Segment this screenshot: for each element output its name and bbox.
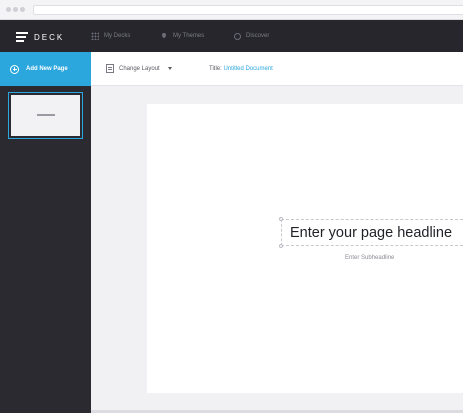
title-value[interactable]: Untitled Document xyxy=(223,66,272,72)
subheadline-placeholder[interactable]: Enter Subheadline xyxy=(345,255,394,261)
nav-discover[interactable]: Discover xyxy=(233,32,269,40)
speech-bubble-icon xyxy=(233,32,241,40)
menu-lines-icon xyxy=(16,32,28,42)
nav-label: My Decks xyxy=(104,33,131,39)
nav-label: Discover xyxy=(246,33,270,39)
nav-my-decks[interactable]: My Decks xyxy=(91,32,130,40)
chevron-down-icon xyxy=(167,67,172,70)
app-logo[interactable]: DECK xyxy=(16,31,64,43)
window-dot-icon xyxy=(13,7,18,12)
thumbnail-headline-line xyxy=(37,114,55,116)
change-layout-label: Change Layout xyxy=(119,65,160,72)
layout-icon xyxy=(106,64,114,73)
page-canvas[interactable]: Enter your page headline Enter Subheadli… xyxy=(147,104,463,393)
address-bar[interactable] xyxy=(33,5,463,15)
page-thumbnail-preview xyxy=(11,95,80,136)
page-thumbnail[interactable] xyxy=(8,92,83,139)
sidebar: Add New Page xyxy=(0,52,91,413)
headline-text-box[interactable]: Enter your page headline xyxy=(279,217,463,248)
change-layout-button[interactable]: Change Layout xyxy=(106,64,172,73)
title-prefix: Title: xyxy=(209,66,222,72)
add-new-page-button[interactable]: Add New Page xyxy=(0,52,91,86)
nav-label: My Themes xyxy=(173,33,205,39)
browser-chrome xyxy=(0,0,463,20)
toolbar: Change Layout Title: Untitled Document xyxy=(91,52,463,86)
window-dot-icon xyxy=(6,7,11,12)
grid-icon xyxy=(91,32,99,40)
headline-placeholder[interactable]: Enter your page headline xyxy=(290,225,452,241)
add-new-page-label: Add New Page xyxy=(26,66,68,72)
plus-circle-icon xyxy=(10,64,19,74)
top-nav: DECK My Decks My Themes Discover xyxy=(0,20,463,52)
logo-text: DECK xyxy=(34,32,65,42)
window-dot-icon xyxy=(20,7,25,12)
resize-handle[interactable] xyxy=(279,244,283,248)
nav-my-themes[interactable]: My Themes xyxy=(160,32,204,40)
drop-icon xyxy=(160,32,168,40)
resize-handle[interactable] xyxy=(279,217,283,221)
document-title: Title: Untitled Document xyxy=(209,66,273,72)
